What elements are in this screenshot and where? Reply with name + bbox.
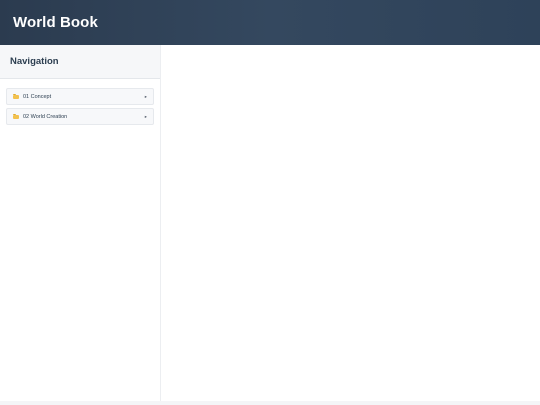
- nav-item-01-concept[interactable]: 01 Concept ▸: [6, 88, 154, 105]
- sidebar: Navigation 01 Concept ▸ 02 World Creatio…: [0, 45, 161, 405]
- expand-arrow-icon[interactable]: ▸: [145, 114, 147, 120]
- nav-list: 01 Concept ▸ 02 World Creation ▸: [0, 79, 160, 125]
- app-title: World Book: [13, 14, 98, 31]
- main-content: [161, 45, 540, 405]
- folder-icon: [13, 113, 19, 119]
- folder-icon: [13, 93, 19, 99]
- bottom-strip: [0, 401, 540, 405]
- sidebar-title: Navigation: [10, 56, 59, 67]
- app-header: World Book: [0, 0, 540, 45]
- nav-item-label: 01 Concept: [23, 93, 52, 100]
- expand-arrow-icon[interactable]: ▸: [145, 94, 147, 100]
- sidebar-header: Navigation: [0, 45, 160, 79]
- app-window: World Book Navigation 01 Concept ▸ 02 Wo…: [0, 0, 540, 405]
- nav-item-02-world-creation[interactable]: 02 World Creation ▸: [6, 108, 154, 125]
- nav-item-label: 02 World Creation: [23, 113, 68, 120]
